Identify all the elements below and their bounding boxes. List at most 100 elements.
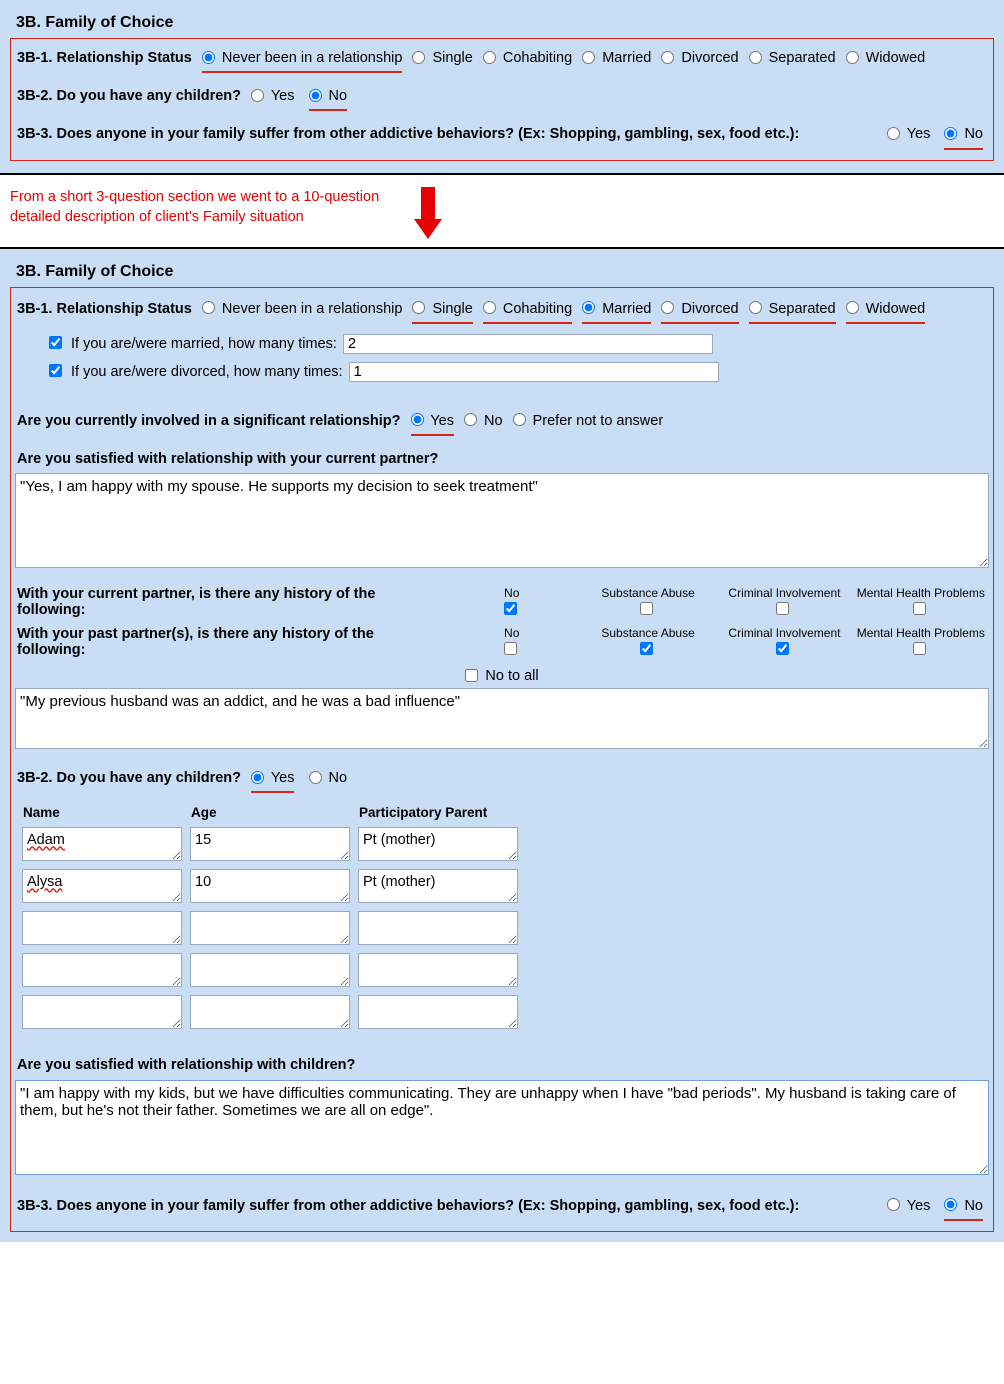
hist-col: No xyxy=(444,582,580,622)
sigrel-option[interactable]: Prefer not to answer xyxy=(513,410,664,433)
down-arrow-icon xyxy=(414,187,442,239)
hist-checkbox[interactable] xyxy=(776,642,789,655)
table-row xyxy=(21,994,519,1030)
hist-checkbox[interactable] xyxy=(776,602,789,615)
relstatus-option[interactable]: Cohabiting xyxy=(483,47,572,70)
relstatus-option[interactable]: Cohabiting xyxy=(483,298,572,324)
children-header: Name xyxy=(21,805,183,820)
q-3b3-bottom: 3B-3. Does anyone in your family suffer … xyxy=(15,1189,989,1227)
children-table: Name Age Participatory Parent xyxy=(15,799,525,1036)
relstatus-option[interactable]: Widowed xyxy=(846,298,926,324)
sigrel-option[interactable]: No xyxy=(464,410,503,433)
q-3b1-bottom: 3B-1. Relationship Status Never been in … xyxy=(15,292,989,330)
children-cell-input[interactable] xyxy=(22,911,182,945)
hist-col: Mental Health Problems xyxy=(853,582,989,622)
children-cell-input[interactable] xyxy=(358,911,518,945)
bottom-red-outline: 3B-1. Relationship Status Never been in … xyxy=(10,287,994,1232)
married-times-check[interactable] xyxy=(49,336,62,349)
children-cell-input[interactable] xyxy=(22,995,182,1029)
relstatus-option[interactable]: Single xyxy=(412,298,472,324)
hist-col: Substance Abuse xyxy=(580,622,716,662)
q-3b3-label-b: 3B-3. Does anyone in your family suffer … xyxy=(17,1195,869,1218)
annotation-text: From a short 3-question section we went … xyxy=(10,187,390,228)
q3b2-yes-bottom[interactable]: Yes xyxy=(251,767,294,793)
past-partner-text[interactable] xyxy=(15,688,989,749)
table-row xyxy=(21,868,519,904)
satisfied-partner-label: Are you satisfied with relationship with… xyxy=(17,451,438,467)
children-cell-input[interactable] xyxy=(22,827,182,861)
children-header: Age xyxy=(189,805,351,820)
q3b2-no-bottom[interactable]: No xyxy=(309,767,348,790)
children-cell-input[interactable] xyxy=(190,827,350,861)
q3b3-no-top[interactable]: No xyxy=(944,123,983,149)
hist-col: Criminal Involvement xyxy=(716,582,852,622)
hist-col: Substance Abuse xyxy=(580,582,716,622)
hist-past-label: With your past partner(s), is there any … xyxy=(15,622,444,662)
sigrel-option[interactable]: Yes xyxy=(411,410,454,436)
q-3b2-top: 3B-2. Do you have any children? Yes No xyxy=(15,79,989,117)
hist-checkbox[interactable] xyxy=(504,602,517,615)
sig-rel-row: Are you currently involved in a signific… xyxy=(15,404,989,442)
relstatus-option[interactable]: Separated xyxy=(749,47,836,70)
no-to-all-row: No to all xyxy=(15,662,989,688)
divorced-times-input[interactable] xyxy=(349,362,719,382)
married-times-input[interactable] xyxy=(343,334,713,354)
hist-col: Mental Health Problems xyxy=(853,622,989,662)
relstatus-option[interactable]: Never been in a relationship xyxy=(202,47,403,73)
table-row xyxy=(21,910,519,946)
relstatus-option[interactable]: Single xyxy=(412,47,472,70)
children-cell-input[interactable] xyxy=(190,953,350,987)
q-3b2-label: 3B-2. Do you have any children? xyxy=(17,88,241,104)
children-cell-input[interactable] xyxy=(358,827,518,861)
relstatus-option[interactable]: Divorced xyxy=(661,47,738,70)
relstatus-option[interactable]: Married xyxy=(582,298,651,324)
hist-checkbox[interactable] xyxy=(640,602,653,615)
q3b3-no-bottom[interactable]: No xyxy=(944,1195,983,1221)
q3b3-yes-bottom[interactable]: Yes xyxy=(887,1195,930,1218)
q-3b1-top: 3B-1. Relationship Status Never been in … xyxy=(15,41,989,79)
top-panel: 3B. Family of Choice 3B-1. Relationship … xyxy=(0,0,1004,173)
q3b2-no-top[interactable]: No xyxy=(309,85,348,111)
q-3b1-label-b: 3B-1. Relationship Status xyxy=(17,301,192,317)
relstatus-option[interactable]: Never been in a relationship xyxy=(202,298,403,321)
children-cell-input[interactable] xyxy=(190,995,350,1029)
hist-checkbox[interactable] xyxy=(913,642,926,655)
relstatus-option[interactable]: Widowed xyxy=(846,47,926,70)
divorced-times-check[interactable] xyxy=(49,364,62,377)
q-3b3-top: 3B-3. Does anyone in your family suffer … xyxy=(15,117,989,155)
children-cell-input[interactable] xyxy=(190,869,350,903)
q3b2-yes-top[interactable]: Yes xyxy=(251,85,294,108)
satisfied-partner-label-row: Are you satisfied with relationship with… xyxy=(15,442,989,473)
hist-checkbox[interactable] xyxy=(640,642,653,655)
hist-current-label: With your current partner, is there any … xyxy=(15,582,444,622)
table-row xyxy=(21,826,519,862)
hist-checkbox[interactable] xyxy=(913,602,926,615)
table-row xyxy=(21,952,519,988)
q3b3-yes-top[interactable]: Yes xyxy=(887,123,930,146)
children-cell-input[interactable] xyxy=(190,911,350,945)
children-cell-input[interactable] xyxy=(358,995,518,1029)
bottom-panel: 3B. Family of Choice 3B-1. Relationship … xyxy=(0,249,1004,1242)
divorced-times-row: If you are/were divorced, how many times… xyxy=(49,358,989,386)
relstatus-option[interactable]: Separated xyxy=(749,298,836,324)
married-times-row: If you are/were married, how many times: xyxy=(49,330,989,358)
children-cell-input[interactable] xyxy=(358,953,518,987)
annotation-strip: From a short 3-question section we went … xyxy=(0,173,1004,249)
children-cell-input[interactable] xyxy=(22,953,182,987)
hist-checkbox[interactable] xyxy=(504,642,517,655)
married-times-label: If you are/were married, how many times: xyxy=(71,336,337,352)
satisfied-children-label: Are you satisfied with relationship with… xyxy=(17,1057,355,1073)
q-3b2-bottom: 3B-2. Do you have any children? Yes No xyxy=(15,761,989,799)
children-header: Participatory Parent xyxy=(357,805,519,820)
no-to-all[interactable]: No to all xyxy=(465,668,538,684)
section-title-bottom: 3B. Family of Choice xyxy=(10,259,994,287)
q-3b3-label: 3B-3. Does anyone in your family suffer … xyxy=(17,123,869,146)
relstatus-option[interactable]: Divorced xyxy=(661,298,738,324)
relstatus-option[interactable]: Married xyxy=(582,47,651,70)
satisfied-children-label-row: Are you satisfied with relationship with… xyxy=(15,1048,989,1079)
sig-rel-label: Are you currently involved in a signific… xyxy=(17,413,401,429)
children-cell-input[interactable] xyxy=(358,869,518,903)
satisfied-partner-text[interactable] xyxy=(15,473,989,568)
children-cell-input[interactable] xyxy=(22,869,182,903)
satisfied-children-text[interactable] xyxy=(15,1080,989,1175)
